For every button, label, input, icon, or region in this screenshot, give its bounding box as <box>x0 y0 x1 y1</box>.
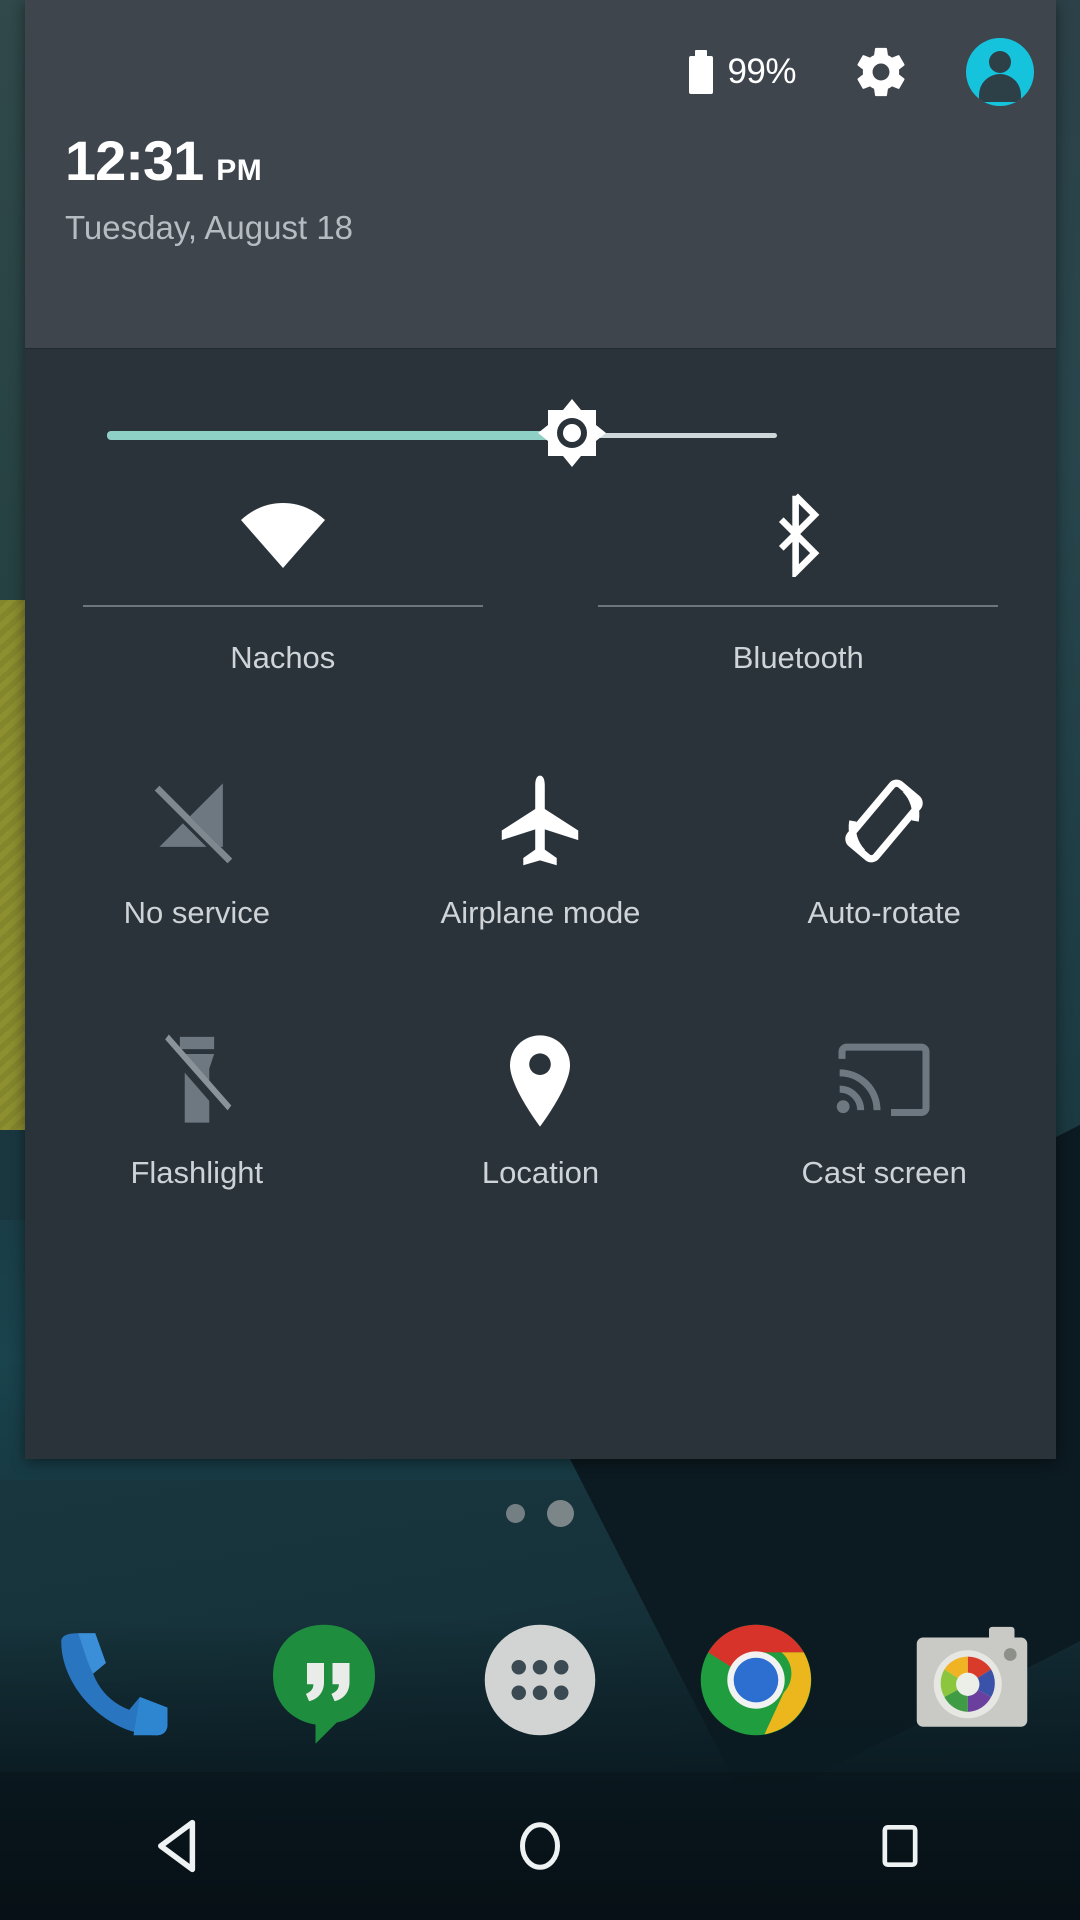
brightness-fill <box>107 431 567 440</box>
tile-flashlight-label: Flashlight <box>130 1155 264 1190</box>
dock-item-camera[interactable] <box>864 1612 1080 1748</box>
location-pin-icon <box>506 1029 574 1133</box>
tile-cast-screen[interactable]: Cast screen <box>712 1029 1056 1191</box>
user-avatar-icon <box>966 38 1034 106</box>
dock-item-phone[interactable] <box>0 1612 216 1748</box>
user-avatar-button[interactable] <box>966 38 1034 106</box>
phone-icon <box>40 1612 176 1748</box>
tile-divider <box>598 605 999 607</box>
tile-no-service-label: No service <box>123 895 271 930</box>
tile-cast-screen-label: Cast screen <box>801 1155 967 1190</box>
dock-item-chrome[interactable] <box>648 1612 864 1748</box>
brightness-slider[interactable] <box>25 389 1056 479</box>
quick-settings-panel: 99% 12:31 PM Tuesday, August 18 Nachos B… <box>25 0 1056 1459</box>
hangouts-icon <box>256 1612 392 1748</box>
quick-settings-header: 99% 12:31 PM Tuesday, August 18 <box>25 0 1056 348</box>
tile-airplane-mode-label: Airplane mode <box>440 895 641 930</box>
home-circle-icon <box>520 1822 560 1870</box>
bluetooth-icon <box>769 479 827 589</box>
airplane-icon <box>497 769 583 873</box>
battery-full-icon <box>689 50 714 94</box>
quick-settings-top-tiles: Nachos Bluetooth <box>25 479 1056 676</box>
app-drawer-icon <box>472 1612 608 1748</box>
chrome-icon <box>688 1612 824 1748</box>
home-button[interactable] <box>465 1791 615 1901</box>
clock-time: 12:31 <box>65 129 204 192</box>
quick-settings-row-2: No service Airplane mode Auto-rotate <box>25 769 1056 931</box>
tile-location[interactable]: Location <box>369 1029 713 1191</box>
flashlight-off-icon <box>157 1029 237 1133</box>
tile-auto-rotate[interactable]: Auto-rotate <box>712 769 1056 931</box>
tile-auto-rotate-label: Auto-rotate <box>807 895 961 930</box>
clock-block[interactable]: 12:31 PM Tuesday, August 18 <box>65 129 354 246</box>
tile-no-service[interactable]: No service <box>25 769 369 931</box>
cast-screen-icon <box>835 1029 933 1133</box>
tile-bluetooth[interactable]: Bluetooth <box>541 479 1057 676</box>
quick-settings-row-3: Flashlight Location Cast screen <box>25 1029 1056 1191</box>
clock-ampm: PM <box>216 154 263 187</box>
brightness-sun-icon[interactable] <box>536 397 608 469</box>
clock-date: Tuesday, August 18 <box>65 209 354 246</box>
status-row: 99% <box>689 38 1034 106</box>
quick-settings-body: Nachos Bluetooth No service Airplane mod… <box>25 348 1056 1459</box>
recents-button[interactable] <box>825 1791 975 1901</box>
home-dock <box>0 1595 1080 1765</box>
tile-wifi-label: Nachos <box>230 640 336 675</box>
tile-wifi[interactable]: Nachos <box>25 479 541 676</box>
cell-signal-off-icon <box>149 769 244 873</box>
battery-status[interactable]: 99% <box>689 50 796 94</box>
battery-percent-label: 99% <box>727 52 796 91</box>
recents-square-icon <box>882 1825 918 1867</box>
dock-item-hangouts[interactable] <box>216 1612 432 1748</box>
navigation-bar <box>0 1772 1080 1920</box>
tile-flashlight[interactable]: Flashlight <box>25 1029 369 1191</box>
settings-button[interactable] <box>852 43 910 101</box>
camera-icon <box>904 1612 1040 1748</box>
tile-divider <box>82 605 483 607</box>
gear-icon <box>857 47 905 97</box>
home-page-indicator <box>0 1500 1080 1527</box>
page-dot-2-active[interactable] <box>547 1500 574 1527</box>
back-button[interactable] <box>105 1791 255 1901</box>
back-triangle-icon <box>158 1819 196 1873</box>
tile-bluetooth-label: Bluetooth <box>732 640 864 675</box>
tile-airplane-mode[interactable]: Airplane mode <box>369 769 713 931</box>
tile-location-label: Location <box>481 1155 600 1190</box>
page-dot-1[interactable] <box>506 1504 525 1523</box>
wifi-icon <box>233 479 333 589</box>
dock-item-all-apps[interactable] <box>432 1612 648 1748</box>
auto-rotate-icon <box>836 769 932 873</box>
